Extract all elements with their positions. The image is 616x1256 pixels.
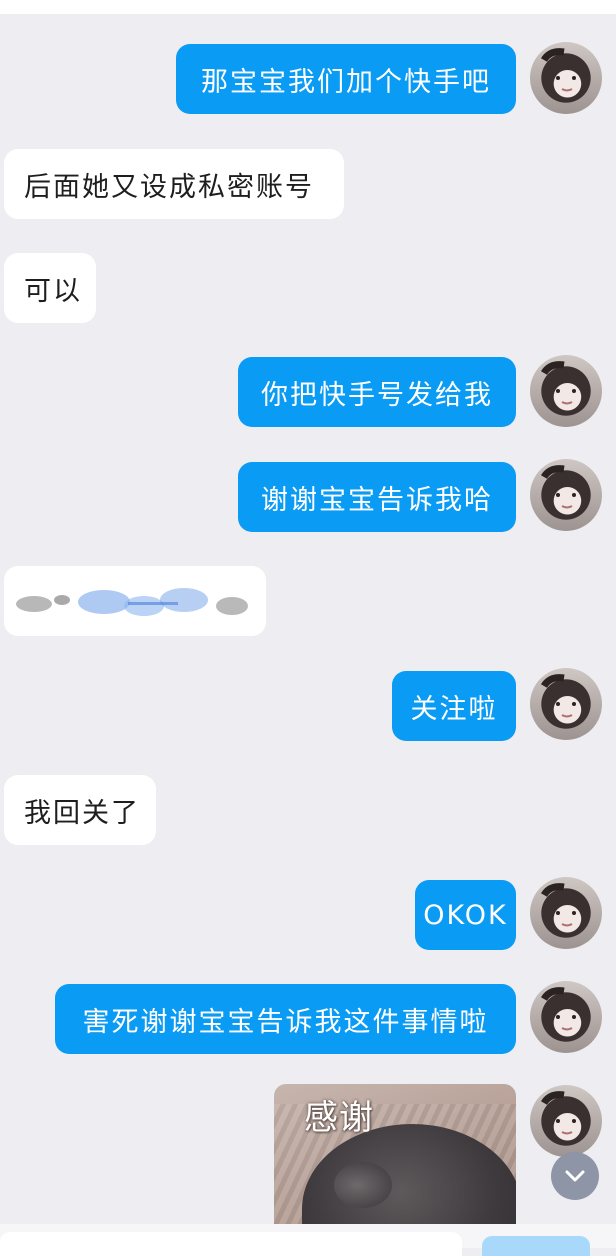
avatar-image [540, 48, 576, 92]
user-avatar[interactable] [530, 1085, 602, 1157]
avatar-image [540, 987, 576, 1031]
sticker-message[interactable]: 感谢 [274, 1084, 516, 1224]
chevron-down-icon [565, 1170, 585, 1182]
message-bubble-outgoing[interactable]: 关注啦 [392, 671, 516, 741]
user-avatar[interactable] [530, 459, 602, 531]
sticker-caption: 感谢 [304, 1098, 374, 1138]
avatar-image [540, 465, 576, 509]
message-bubble-outgoing[interactable]: 那宝宝我们加个快手吧 [176, 44, 516, 114]
avatar-image [540, 883, 576, 927]
user-avatar[interactable] [530, 42, 602, 114]
avatar-image [540, 1091, 576, 1135]
send-button[interactable] [482, 1236, 590, 1256]
message-bubble-outgoing[interactable]: 你把快手号发给我 [238, 357, 516, 427]
message-bubble-incoming[interactable]: 我回关了 [4, 775, 156, 845]
sticker-animal-head [334, 1162, 392, 1208]
message-bubble-incoming[interactable]: 后面她又设成私密账号 [4, 149, 344, 219]
message-bubble-incoming-redacted[interactable] [4, 566, 266, 636]
message-bubble-outgoing[interactable]: OKOK [415, 880, 516, 950]
redacted-content [16, 588, 248, 616]
user-avatar[interactable] [530, 668, 602, 740]
user-avatar[interactable] [530, 355, 602, 427]
message-input[interactable] [0, 1232, 462, 1256]
message-bubble-incoming[interactable]: 可以 [4, 253, 96, 323]
message-bubble-outgoing[interactable]: 谢谢宝宝告诉我哈 [238, 462, 516, 532]
user-avatar[interactable] [530, 981, 602, 1053]
scroll-to-bottom-button[interactable] [551, 1152, 599, 1200]
avatar-image [540, 674, 576, 718]
user-avatar[interactable] [530, 877, 602, 949]
avatar-image [540, 361, 576, 405]
chat-message-list[interactable]: 那宝宝我们加个快手吧 后面她又设成私密账号 可以 你把快手号发给我 谢谢宝宝告诉… [0, 0, 616, 1224]
message-bubble-outgoing[interactable]: 害死谢谢宝宝告诉我这件事情啦 [55, 984, 516, 1054]
